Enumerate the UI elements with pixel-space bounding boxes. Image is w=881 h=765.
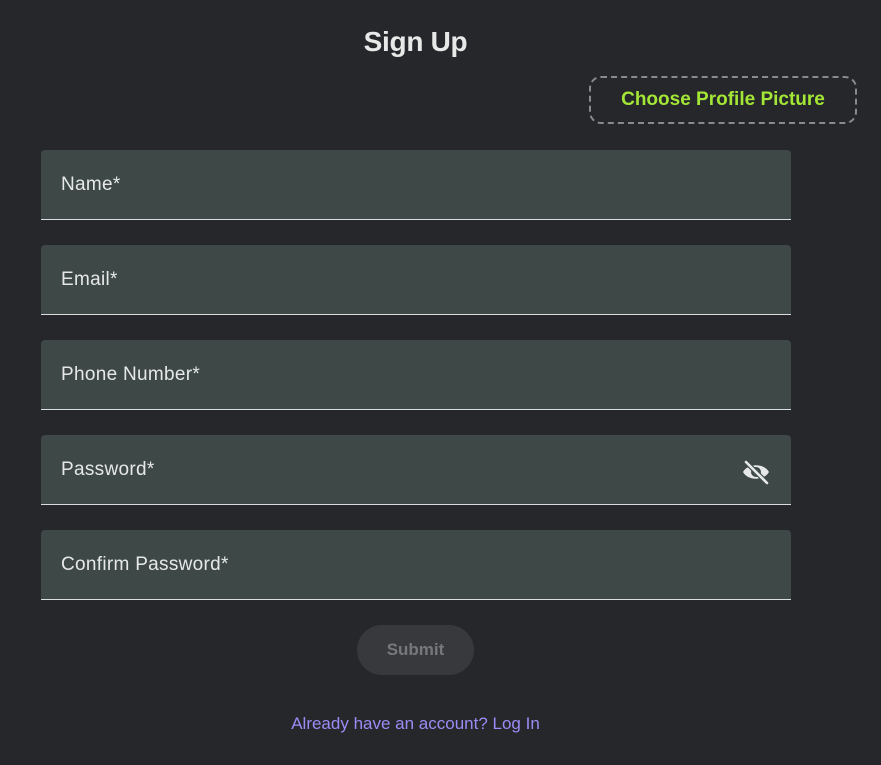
phone-number-field[interactable]: Phone Number* [41, 340, 791, 410]
page-title: Sign Up [363, 26, 468, 57]
confirm-password-field[interactable]: Confirm Password* [41, 530, 791, 600]
email-field[interactable]: Email* [41, 245, 791, 315]
phone-number-field-label: Phone Number* [61, 364, 201, 385]
password-field[interactable]: Password* [41, 435, 791, 505]
login-link[interactable]: Already have an account? Log In [0, 714, 831, 734]
name-field[interactable]: Name* [41, 150, 791, 220]
submit-button[interactable]: Submit [357, 625, 474, 675]
choose-profile-picture-button[interactable]: Choose Profile Picture [589, 76, 857, 124]
eye-off-icon[interactable] [741, 459, 771, 486]
name-field-label: Name* [61, 174, 121, 195]
password-field-label: Password* [61, 459, 155, 480]
email-field-label: Email* [61, 269, 118, 290]
confirm-password-field-label: Confirm Password* [61, 554, 229, 575]
